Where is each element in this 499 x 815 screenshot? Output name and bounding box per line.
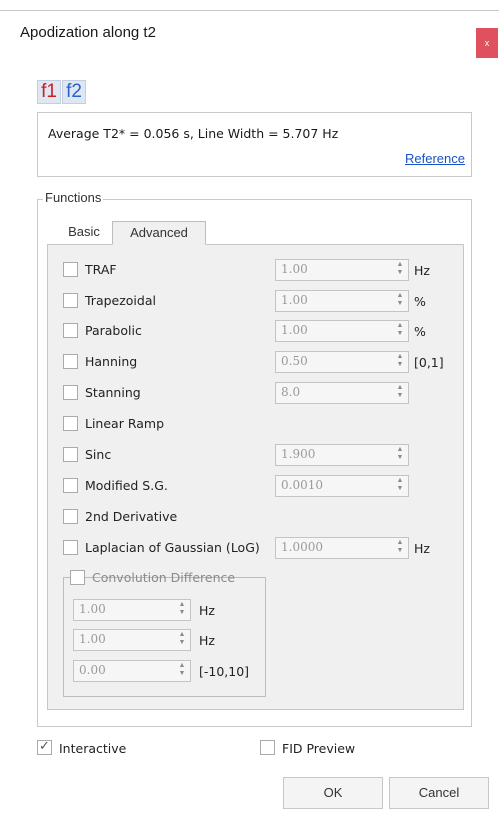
convolution-field-3-value: 0.00 xyxy=(79,663,106,677)
spin-arrows-icon[interactable]: ▲ ▼ xyxy=(396,539,404,555)
stanning-spinbox[interactable]: 8.0 ▲ ▼ xyxy=(275,382,409,404)
stanning-value: 8.0 xyxy=(281,385,301,399)
spin-arrows-icon[interactable]: ▲ ▼ xyxy=(396,322,404,338)
traf-spinbox[interactable]: 1.00 ▲ ▼ xyxy=(275,259,409,281)
interactive-checkbox[interactable]: ✓ xyxy=(37,738,52,755)
sinc-spinbox[interactable]: 1.900 ▲ ▼ xyxy=(275,444,409,466)
hanning-label: Hanning xyxy=(85,354,138,369)
trapezoidal-spinbox[interactable]: 1.00 ▲ ▼ xyxy=(275,290,409,312)
fid-preview-checkbox[interactable] xyxy=(260,740,275,755)
trapezoidal-label: Trapezoidal xyxy=(85,293,156,308)
sinc-value: 1.900 xyxy=(281,447,316,461)
linear-ramp-label: Linear Ramp xyxy=(85,416,165,431)
traf-value: 1.00 xyxy=(281,262,308,276)
spin-arrows-icon[interactable]: ▲ ▼ xyxy=(178,662,186,678)
convolution-field-1-spinbox[interactable]: 1.00 ▲ ▼ xyxy=(73,599,191,621)
second-derivative-label: 2nd Derivative xyxy=(85,509,178,524)
convolution-field-1-unit: Hz xyxy=(199,603,215,618)
close-button[interactable]: x xyxy=(476,28,498,58)
parabolic-unit: % xyxy=(414,324,426,339)
info-panel: Average T2* = 0.056 s, Line Width = 5.70… xyxy=(37,112,472,177)
convolution-field-2-value: 1.00 xyxy=(79,632,106,646)
parabolic-checkbox[interactable] xyxy=(63,323,78,338)
reference-link[interactable]: Reference xyxy=(405,151,465,166)
log-label: Laplacian of Gaussian (LoG) xyxy=(85,540,260,555)
traf-label: TRAF xyxy=(85,262,117,277)
log-unit: Hz xyxy=(414,541,430,556)
second-derivative-checkbox[interactable] xyxy=(63,509,78,524)
traf-checkbox[interactable] xyxy=(63,262,78,277)
sinc-label: Sinc xyxy=(85,447,112,462)
spin-arrows-icon[interactable]: ▲ ▼ xyxy=(396,353,404,369)
spin-arrows-icon[interactable]: ▲ ▼ xyxy=(396,446,404,462)
window-title: Apodization along t2 xyxy=(20,24,156,41)
traf-unit: Hz xyxy=(414,263,430,278)
parabolic-label: Parabolic xyxy=(85,323,142,338)
spin-arrows-icon[interactable]: ▲ ▼ xyxy=(396,477,404,493)
convolution-field-3-unit: [-10,10] xyxy=(199,664,250,679)
modified-sg-spinbox[interactable]: 0.0010 ▲ ▼ xyxy=(275,475,409,497)
trapezoidal-value: 1.00 xyxy=(281,293,308,307)
stanning-checkbox[interactable] xyxy=(63,385,78,400)
modified-sg-label: Modified S.G. xyxy=(85,478,168,493)
tab-basic[interactable]: Basic xyxy=(61,221,107,243)
spin-arrows-icon[interactable]: ▲ ▼ xyxy=(396,261,404,277)
hanning-unit: [0,1] xyxy=(414,355,444,370)
interactive-label: Interactive xyxy=(59,741,127,756)
spin-arrows-icon[interactable]: ▲ ▼ xyxy=(396,292,404,308)
convolution-field-3-spinbox[interactable]: 0.00 ▲ ▼ xyxy=(73,660,191,682)
modified-sg-value: 0.0010 xyxy=(281,478,323,492)
spin-arrows-icon[interactable]: ▲ ▼ xyxy=(178,631,186,647)
modified-sg-checkbox[interactable] xyxy=(63,478,78,493)
ok-button[interactable]: OK xyxy=(283,777,383,809)
convolution-field-2-unit: Hz xyxy=(199,633,215,648)
tab-advanced[interactable]: Advanced xyxy=(112,221,206,245)
log-value: 1.0000 xyxy=(281,540,323,554)
sinc-checkbox[interactable] xyxy=(63,447,78,462)
trapezoidal-unit: % xyxy=(414,294,426,309)
f1-dimension-button[interactable]: f1 xyxy=(37,80,61,104)
hanning-value: 0.50 xyxy=(281,354,308,368)
f2-dimension-button[interactable]: f2 xyxy=(62,80,86,104)
convolution-difference-checkbox[interactable] xyxy=(70,570,85,585)
convolution-field-1-value: 1.00 xyxy=(79,602,106,616)
log-checkbox[interactable] xyxy=(63,540,78,555)
cancel-button[interactable]: Cancel xyxy=(389,777,489,809)
parabolic-value: 1.00 xyxy=(281,323,308,337)
fid-preview-label: FID Preview xyxy=(282,741,356,756)
t2-info-text: Average T2* = 0.056 s, Line Width = 5.70… xyxy=(48,126,339,141)
convolution-difference-label: Convolution Difference xyxy=(92,570,236,585)
linear-ramp-checkbox[interactable] xyxy=(63,416,78,431)
check-icon: ✓ xyxy=(39,738,50,753)
hanning-spinbox[interactable]: 0.50 ▲ ▼ xyxy=(275,351,409,373)
stanning-label: Stanning xyxy=(85,385,141,400)
parabolic-spinbox[interactable]: 1.00 ▲ ▼ xyxy=(275,320,409,342)
spin-arrows-icon[interactable]: ▲ ▼ xyxy=(396,384,404,400)
title-bar: Apodization along t2 x xyxy=(0,10,499,58)
trapezoidal-checkbox[interactable] xyxy=(63,293,78,308)
convolution-field-2-spinbox[interactable]: 1.00 ▲ ▼ xyxy=(73,629,191,651)
convolution-difference-legend: Convolution Difference xyxy=(70,568,235,586)
hanning-checkbox[interactable] xyxy=(63,354,78,369)
log-spinbox[interactable]: 1.0000 ▲ ▼ xyxy=(275,537,409,559)
spin-arrows-icon[interactable]: ▲ ▼ xyxy=(178,601,186,617)
functions-legend: Functions xyxy=(43,190,104,205)
